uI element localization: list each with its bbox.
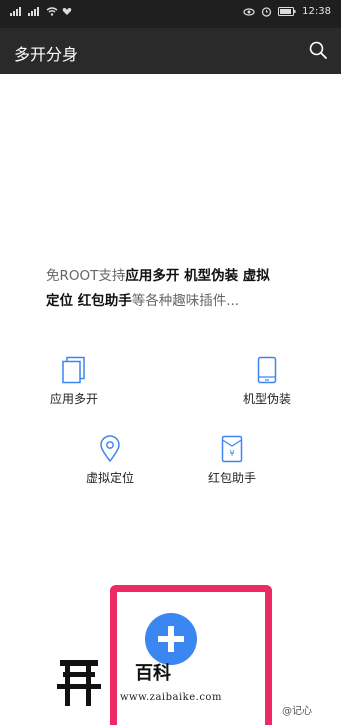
alarm-icon xyxy=(262,7,272,17)
status-time: 12:38 xyxy=(302,6,331,17)
feature-red-envelope[interactable]: ¥ 红包助手 xyxy=(202,435,262,486)
plus-icon xyxy=(168,626,174,652)
phone-icon xyxy=(257,356,277,384)
feature-label: 机型伪装 xyxy=(242,392,291,406)
watermark-corner-text: @记心 xyxy=(282,706,312,717)
battery-icon xyxy=(278,7,296,16)
feature-label: 红包助手 xyxy=(207,471,256,485)
intro-suffix: 等各种趣味插件... xyxy=(131,293,240,309)
svg-text:¥: ¥ xyxy=(229,449,234,458)
search-icon[interactable] xyxy=(308,40,328,60)
red-envelope-icon: ¥ xyxy=(221,435,243,463)
intro-bold-2: 定位 红包助手 xyxy=(46,293,132,309)
status-right: 12:38 xyxy=(243,6,331,17)
feature-virtual-location[interactable]: 虚拟定位 xyxy=(80,435,140,486)
app-bar: 多开分身 xyxy=(0,28,341,74)
status-bar: 12:38 xyxy=(0,0,341,28)
eye-comfort-icon xyxy=(243,7,255,16)
watermark-logo-text: 百科 xyxy=(135,663,171,684)
feature-app-clone[interactable]: 应用多开 xyxy=(44,356,104,407)
intro-prefix: 免ROOT支持 xyxy=(46,268,126,284)
signal-icon xyxy=(10,7,21,16)
intro-text: 免ROOT支持应用多开 机型伪装 虚拟 定位 红包助手等各种趣味插件... xyxy=(46,264,296,314)
wifi-icon xyxy=(46,7,58,16)
status-left xyxy=(10,7,72,16)
page-title: 多开分身 xyxy=(14,45,79,64)
feature-label: 虚拟定位 xyxy=(85,471,134,485)
feature-device-spoof[interactable]: 机型伪装 xyxy=(237,356,297,407)
heart-icon xyxy=(62,8,72,15)
intro-bold-1: 应用多开 机型伪装 虚拟 xyxy=(125,268,270,284)
feature-label: 应用多开 xyxy=(49,392,98,406)
copy-icon xyxy=(62,356,85,384)
location-icon xyxy=(100,435,120,463)
signal-icon xyxy=(28,7,39,16)
watermark-url: www.zaibaike.com xyxy=(120,692,222,703)
